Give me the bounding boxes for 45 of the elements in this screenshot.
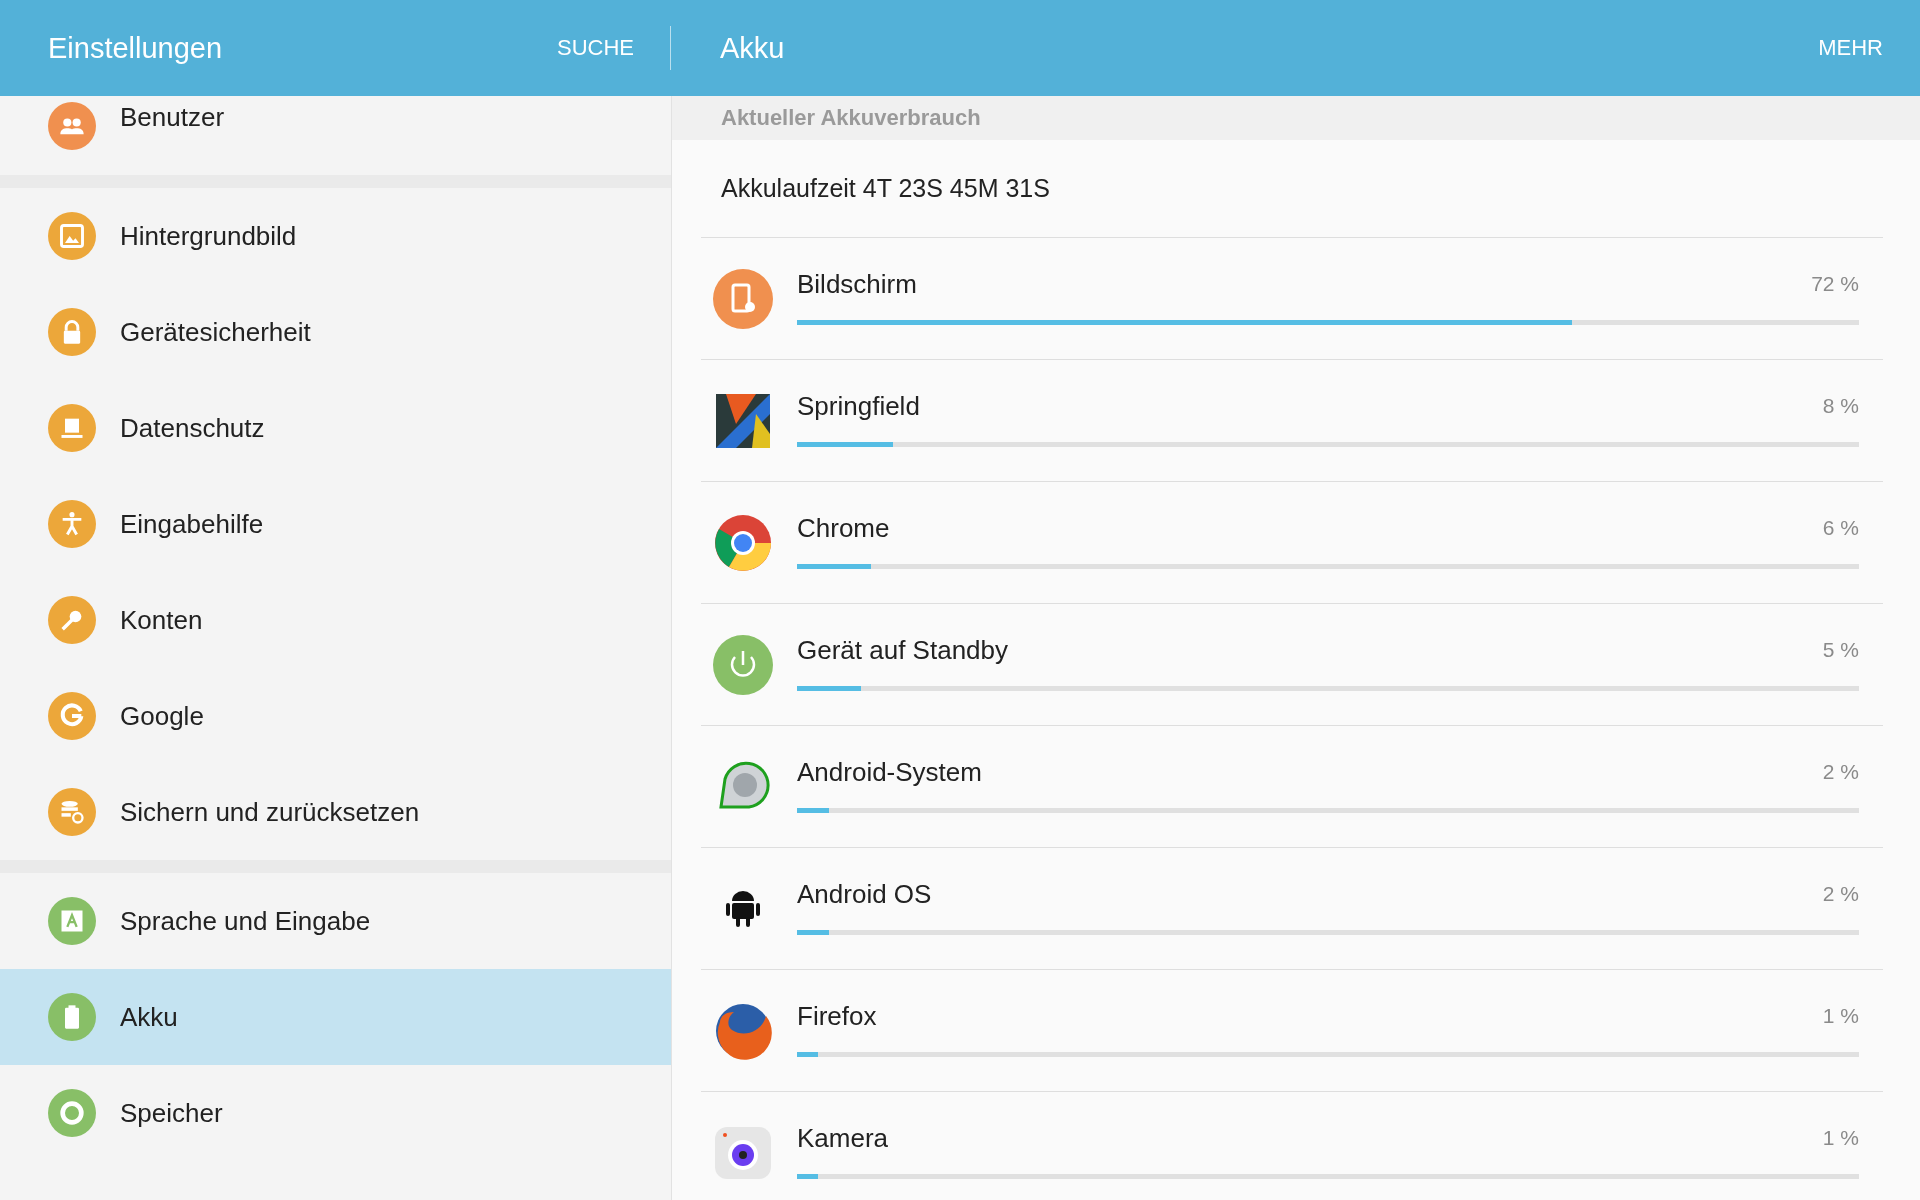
- usage-percent: 8 %: [1822, 394, 1859, 418]
- settings-item[interactable]: Gerätesicherheit: [0, 284, 671, 380]
- settings-item[interactable]: Sprache und Eingabe: [0, 873, 671, 969]
- settings-item[interactable]: Datenschutz: [0, 380, 671, 476]
- section-header: Aktueller Akkuverbrauch: [672, 96, 1920, 140]
- firefox-icon: [714, 1001, 772, 1060]
- usage-percent: 1 %: [1822, 1004, 1859, 1028]
- usage-row[interactable]: Kamera 1 %: [701, 1092, 1883, 1200]
- screen-settings-icon: [713, 268, 773, 329]
- settings-item[interactable]: Konten: [0, 572, 671, 668]
- app-name: Bildschirm: [797, 268, 917, 300]
- usage-percent: 2 %: [1822, 760, 1859, 784]
- usage-percent: 6 %: [1822, 516, 1859, 540]
- usage-percent: 1 %: [1822, 1126, 1859, 1150]
- app-name: Firefox: [797, 1000, 877, 1032]
- usage-row[interactable]: Chrome 6 %: [701, 482, 1883, 604]
- battery-runtime: Akkulaufzeit 4T 23S 45M 31S: [721, 174, 1050, 203]
- game-icon: [716, 393, 770, 448]
- settings-item[interactable]: Hintergrundbild: [0, 188, 671, 284]
- usage-row[interactable]: Springfield 8 %: [701, 360, 1883, 482]
- settings-item[interactable]: Eingabehilfe: [0, 476, 671, 572]
- usage-row[interactable]: Gerät auf Standby 5 %: [701, 604, 1883, 726]
- usage-percent: 5 %: [1822, 638, 1859, 662]
- app-name: Android OS: [797, 878, 932, 910]
- settings-title: Einstellungen: [48, 31, 223, 65]
- usage-row[interactable]: Android-System 2 %: [701, 726, 1883, 848]
- settings-item[interactable]: Sichern und zurücksetzen: [0, 764, 671, 860]
- app-name: Kamera: [797, 1122, 889, 1154]
- settings-item[interactable]: Speicher: [0, 1065, 671, 1161]
- settings-item[interactable]: Google: [0, 668, 671, 764]
- usage-row[interactable]: Firefox 1 %: [701, 970, 1883, 1092]
- usage-row[interactable]: Bildschirm 72 %: [701, 238, 1883, 360]
- app-name: Gerät auf Standby: [797, 634, 1009, 666]
- usage-row[interactable]: Android OS 2 %: [701, 848, 1883, 970]
- chrome-icon: [714, 513, 772, 572]
- settings-item[interactable]: Benutzer: [0, 96, 671, 175]
- page-title: Akku: [720, 31, 785, 65]
- app-name: Chrome: [797, 512, 890, 544]
- usage-percent: 2 %: [1822, 882, 1859, 906]
- android-icon: [726, 888, 760, 929]
- power-icon: [713, 634, 773, 695]
- app-name: Springfield: [797, 390, 920, 422]
- app-name: Android-System: [797, 756, 982, 788]
- usage-percent: 72 %: [1811, 272, 1859, 296]
- settings-item[interactable]: Akku: [0, 969, 671, 1065]
